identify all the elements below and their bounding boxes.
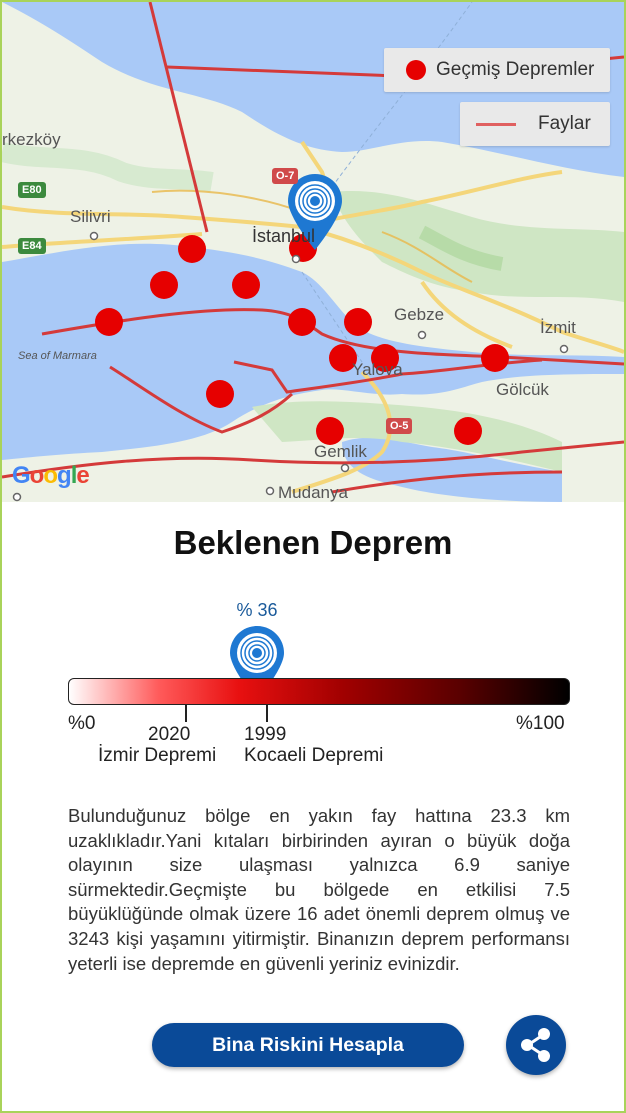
map-view[interactable]: rkezköy Silivri İstanbul Gebze İzmit Göl… <box>2 2 624 502</box>
calculate-building-risk-button[interactable]: Bina Riskini Hesapla <box>152 1023 464 1067</box>
risk-gradient-bar <box>68 678 570 705</box>
share-icon <box>521 1028 550 1062</box>
legend-faults: Faylar <box>460 102 610 146</box>
place-label-istanbul: İstanbul <box>252 226 316 246</box>
google-logo: Google <box>12 462 90 489</box>
scale-max-label: %100 <box>516 713 565 734</box>
earthquake-dot-icon <box>406 60 426 80</box>
road-badge-e84: E84 <box>18 238 46 254</box>
place-label-mudanya: Mudanya <box>278 483 348 502</box>
risk-percent-label: % 36 <box>236 600 278 620</box>
place-label-gebze: Gebze <box>394 305 445 324</box>
fault-line-icon <box>476 122 516 126</box>
mark-2020-name: İzmir Depremi <box>98 745 217 766</box>
share-button[interactable] <box>506 1015 566 1075</box>
mark-1999-name: Kocaeli Depremi <box>244 745 384 766</box>
app-frame: rkezköy Silivri İstanbul Gebze İzmit Göl… <box>0 0 626 1113</box>
road-badge-e80: E80 <box>18 182 46 198</box>
risk-description: Bulunduğunuz bölge en yakın fay hattına … <box>68 805 570 974</box>
section-title: Beklenen Deprem <box>173 524 453 561</box>
legend-quakes-label: Geçmiş Depremler <box>436 59 595 80</box>
sea-label-marmara: Sea of Marmara <box>18 350 97 362</box>
tick-1999 <box>266 704 268 722</box>
mark-1999-year: 1999 <box>244 724 287 745</box>
place-label-izmit: İzmit <box>540 318 576 337</box>
place-label-silivri: Silivri <box>70 207 111 226</box>
road-badge-o5: O-5 <box>386 418 413 434</box>
scale-min-label: %0 <box>68 713 96 734</box>
place-label-yalova: Yalova <box>352 360 403 379</box>
place-label-cerkezkoy: rkezköy <box>2 130 61 149</box>
place-label-gemlik: Gemlik <box>314 442 367 461</box>
mark-2020-year: 2020 <box>148 724 191 745</box>
road-badge-o7: O-7 <box>272 168 299 184</box>
place-label-golcuk: Gölcük <box>496 380 549 399</box>
legend-past-earthquakes: Geçmiş Depremler <box>384 48 610 92</box>
legend-faults-label: Faylar <box>538 113 591 134</box>
tick-2020 <box>185 704 187 722</box>
